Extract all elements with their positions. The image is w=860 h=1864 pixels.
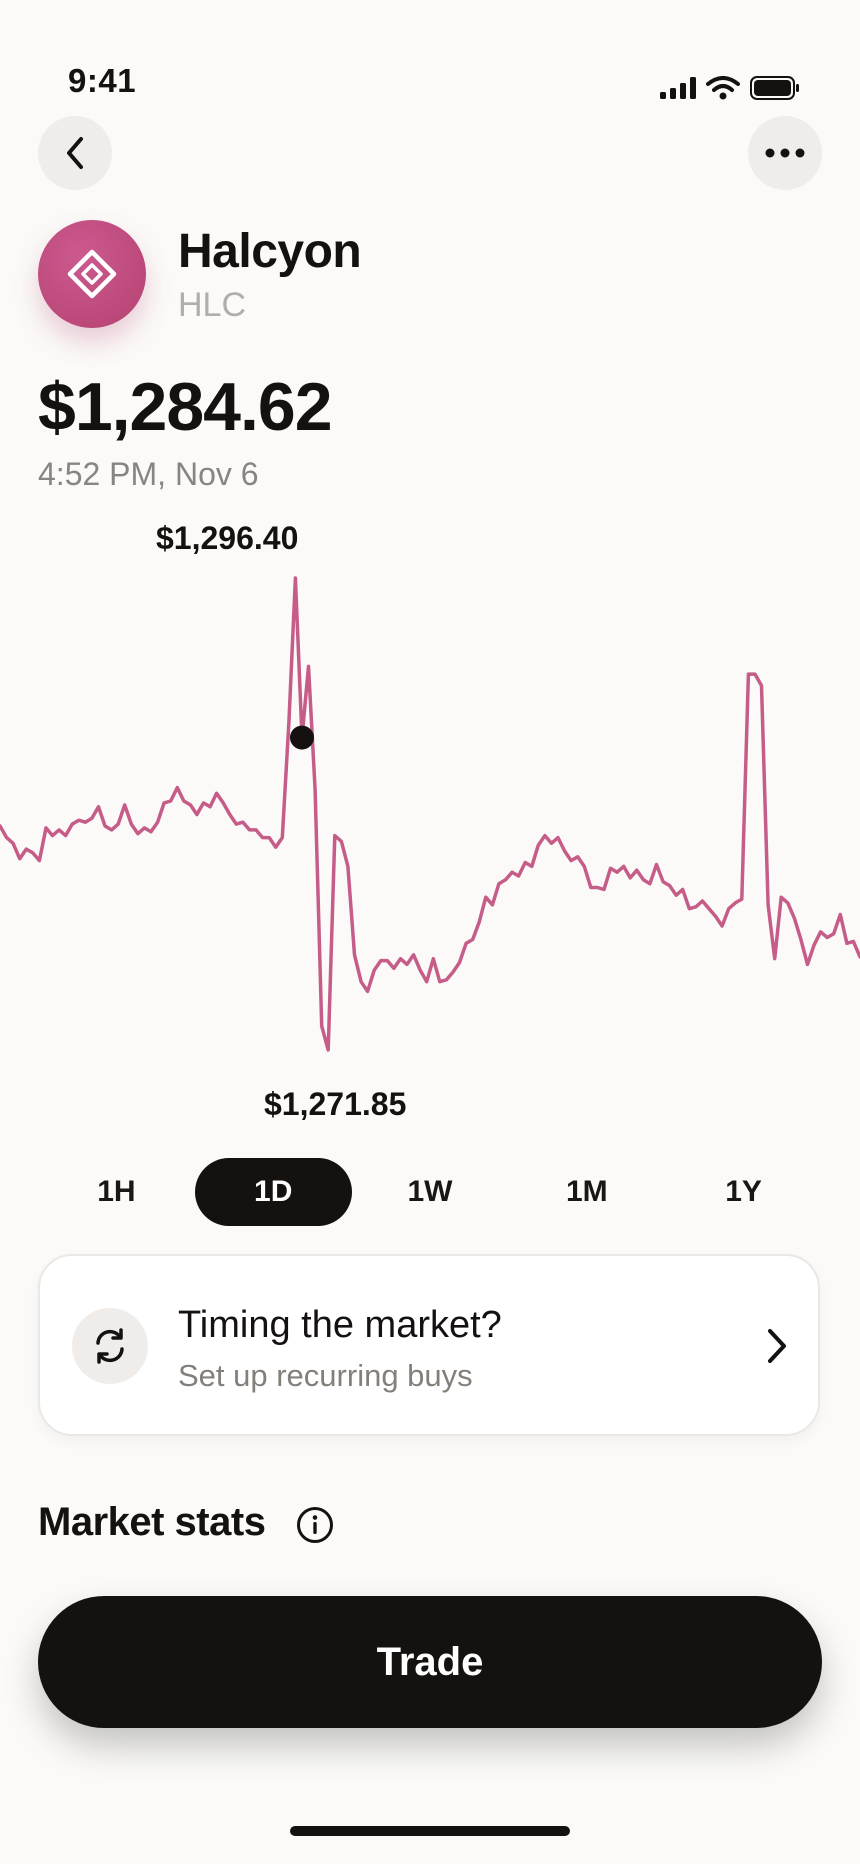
scrub-marker[interactable] [289,725,314,750]
home-indicator [290,1826,570,1836]
promo-subtitle: Set up recurring buys [178,1358,473,1393]
range-tab-1y[interactable]: 1Y [665,1158,822,1226]
signal-icon [660,77,696,99]
back-button[interactable] [38,116,112,190]
chart-low-label: $1,271.85 [264,1086,407,1122]
price-chart[interactable] [0,560,860,1060]
more-icon [765,148,805,158]
range-tab-1h[interactable]: 1H [38,1158,195,1226]
refresh-icon [96,1328,124,1364]
status-icons [660,76,800,100]
current-price: $1,284.62 [38,369,333,445]
promo-title: Timing the market? [178,1304,502,1346]
asset-logo [38,220,146,328]
range-tab-1d[interactable]: 1D [194,1158,352,1226]
price-timestamp: 4:52 PM, Nov 6 [38,456,259,492]
battery-icon [750,76,799,100]
price-line [0,576,860,1052]
status-time: 9:41 [68,62,137,99]
asset-name: Halcyon [178,225,362,278]
range-tab-1m[interactable]: 1M [508,1158,665,1226]
chart-high-label: $1,296.40 [156,520,299,556]
time-range-selector: 1H 1D 1W 1M 1Y [38,1158,822,1226]
trade-button[interactable]: Trade [38,1596,822,1728]
wifi-icon [706,76,740,100]
recurring-buys-card[interactable]: Timing the market? Set up recurring buys [38,1254,820,1436]
chevron-left-icon [67,137,83,169]
diamond-icon [67,249,117,299]
range-tab-1w[interactable]: 1W [352,1158,509,1226]
chevron-right-icon [768,1329,786,1363]
more-options-button[interactable] [748,116,822,190]
info-icon[interactable] [296,1506,334,1544]
recurring-icon-badge [72,1308,148,1384]
market-stats-heading: Market stats [38,1500,266,1544]
asset-ticker: HLC [178,286,247,324]
